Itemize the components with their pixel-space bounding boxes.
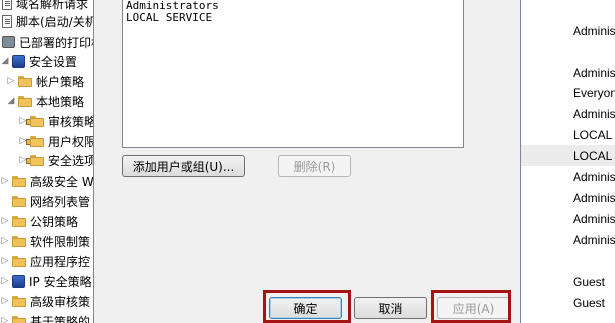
result-row[interactable]: Adminis — [521, 208, 615, 229]
tree-item-label: 应用程序控 — [30, 254, 91, 269]
expand-arrow-icon[interactable]: ▷ — [0, 276, 10, 286]
result-row[interactable]: Adminis — [521, 103, 615, 124]
tree-item-advanced-audit[interactable]: ▷ 高级审核策 — [0, 290, 90, 312]
apply-highlight-box — [431, 290, 511, 323]
tree-item-software-restriction[interactable]: ▷ 软件限制策 — [0, 230, 90, 252]
expand-arrow-icon[interactable]: ▷ — [0, 236, 10, 246]
tree-item-security-options[interactable]: ▷ 安全选项 — [18, 149, 96, 171]
tree-item-label: 公钥策略 — [30, 214, 79, 229]
add-user-or-group-button[interactable]: 添加用户或组(U)... — [122, 155, 245, 177]
members-listbox[interactable]: Administrators LOCAL SERVICE — [122, 0, 464, 148]
ok-highlight-box — [263, 290, 351, 323]
security-shield-icon — [12, 54, 25, 68]
result-row[interactable]: Guest — [521, 292, 615, 313]
policy-results-pane: Adminis Adminis Everyon Adminis LOCAL LO… — [521, 0, 615, 323]
tree-item-ip-security[interactable]: ▷ IP 安全策略 — [0, 270, 92, 292]
expand-arrow-icon[interactable]: ▷ — [0, 316, 10, 323]
tree-item-account-policy[interactable]: ▷ 帐户策略 — [6, 70, 84, 92]
collapse-arrow-icon[interactable]: ◢ — [6, 96, 16, 106]
result-row-selected[interactable]: LOCAL — [521, 145, 615, 166]
result-row[interactable]: Adminis — [521, 62, 615, 83]
tree-item-app-control[interactable]: ▷ 应用程序控 — [0, 250, 90, 272]
folder-icon — [12, 175, 26, 187]
tree-item-scripts[interactable]: 脚本(启动/关机) — [2, 10, 100, 32]
tree-item-label: 本地策略 — [36, 94, 85, 109]
folder-icon — [12, 215, 26, 227]
result-row[interactable]: Adminis — [521, 166, 615, 187]
console-tree: 域名解析请求 脚本(启动/关机) 已部署的打印机 ◢ 安全设置 ▷ 帐户策略 ◢ 本地… — [0, 0, 100, 323]
user-rights-properties-dialog: Administrators LOCAL SERVICE 添加用户或组(U)..… — [93, 0, 521, 323]
tree-item-label: IP 安全策略 — [29, 274, 92, 289]
tree-item-label: 网络列表管 — [30, 194, 91, 209]
cancel-button[interactable]: 取消 — [354, 297, 427, 319]
document-icon — [2, 14, 12, 28]
document-icon — [2, 0, 12, 10]
folder-icon — [18, 95, 32, 107]
result-row[interactable]: Adminis — [521, 187, 615, 208]
folder-icon — [12, 295, 26, 307]
tree-item-local-policy[interactable]: ◢ 本地策略 — [6, 90, 84, 112]
tree-item-audit-policy[interactable]: ▷ 审核策略 — [18, 110, 96, 132]
tree-item-label: 帐户策略 — [36, 74, 85, 89]
tree-item-label: 已部署的打印机 — [19, 35, 100, 50]
tree-item-label: 高级安全 W — [30, 174, 94, 189]
result-row[interactable]: LOCAL — [521, 124, 615, 145]
folder-icon — [26, 115, 44, 127]
folder-icon — [12, 315, 26, 323]
result-row[interactable]: Adminis — [521, 229, 615, 250]
collapse-arrow-icon[interactable]: ◢ — [0, 56, 10, 66]
result-row[interactable]: Guest — [521, 271, 615, 292]
expand-arrow-icon[interactable]: ▷ — [0, 216, 10, 226]
tree-item-label: 软件限制策 — [30, 234, 91, 249]
tree-item-label: 审核策略 — [48, 114, 97, 129]
member-item[interactable]: LOCAL SERVICE — [126, 12, 460, 24]
folder-icon — [12, 195, 26, 207]
tree-item-label: 脚本(启动/关机) — [16, 14, 100, 29]
tree-item-network-list[interactable]: 网络列表管 — [12, 190, 90, 212]
tree-item-label: 用户权限 — [48, 134, 97, 149]
tree-item-advanced-firewall[interactable]: ▷ 高级安全 W — [0, 170, 94, 192]
remove-button[interactable]: 删除(R) — [278, 155, 351, 177]
tree-item-label: 基于策略的 Q — [30, 314, 100, 323]
tree-item-security-settings[interactable]: ◢ 安全设置 — [0, 50, 77, 72]
expand-arrow-icon[interactable]: ▷ — [0, 256, 10, 266]
tree-item-label: 安全选项 — [48, 153, 97, 168]
folder-icon — [12, 235, 26, 247]
tree-item-policy-qos[interactable]: ▷ 基于策略的 Q — [0, 310, 100, 323]
result-row[interactable]: Adminis — [521, 20, 615, 41]
expand-arrow-icon[interactable]: ▷ — [0, 296, 10, 306]
expand-arrow-icon[interactable]: ▷ — [6, 76, 16, 86]
folder-icon — [26, 135, 44, 147]
expand-arrow-icon[interactable]: ▷ — [0, 176, 10, 186]
tree-item-label: 高级审核策 — [30, 294, 91, 309]
printer-icon — [2, 36, 15, 48]
folder-icon — [18, 75, 32, 87]
folder-icon — [12, 255, 26, 267]
tree-item-label: 安全设置 — [29, 54, 78, 69]
result-row[interactable]: Everyon — [521, 82, 615, 103]
tree-item-public-key[interactable]: ▷ 公钥策略 — [0, 210, 78, 232]
folder-icon — [26, 154, 44, 166]
ip-security-icon — [12, 274, 25, 288]
